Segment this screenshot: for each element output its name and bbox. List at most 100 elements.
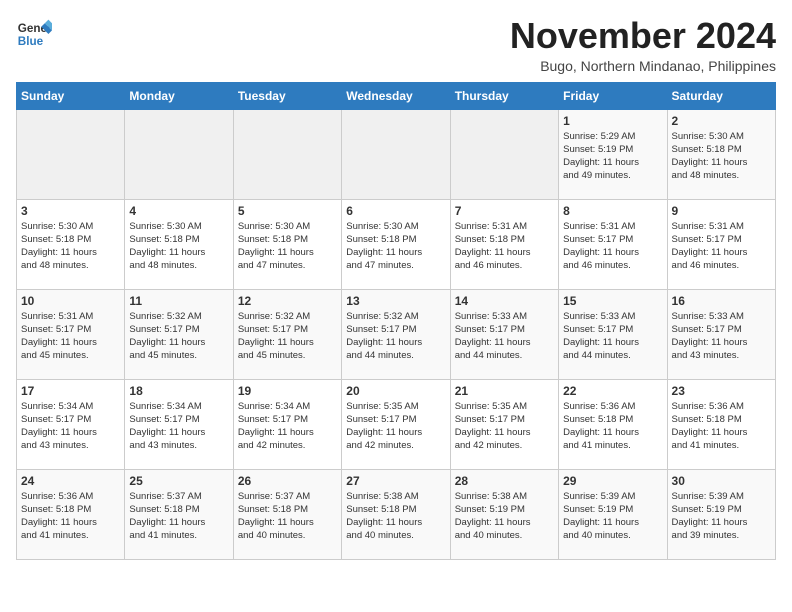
- calendar-header: SundayMondayTuesdayWednesdayThursdayFrid…: [17, 82, 776, 109]
- calendar-cell: 28Sunrise: 5:38 AM Sunset: 5:19 PM Dayli…: [450, 469, 558, 559]
- day-info: Sunrise: 5:30 AM Sunset: 5:18 PM Dayligh…: [129, 220, 228, 273]
- header-day-thursday: Thursday: [450, 82, 558, 109]
- calendar-cell: 29Sunrise: 5:39 AM Sunset: 5:19 PM Dayli…: [559, 469, 667, 559]
- week-row-3: 10Sunrise: 5:31 AM Sunset: 5:17 PM Dayli…: [17, 289, 776, 379]
- calendar-cell: 12 Sunrise: 5:32 AM Sunset: 5:17 PM Dayli…: [233, 289, 341, 379]
- calendar-cell: 19 Sunrise: 5:34 AM Sunset: 5:17 PM Dayli…: [233, 379, 341, 469]
- day-info: Sunrise: 5:33 AM Sunset: 5:17 PM Dayligh…: [672, 310, 771, 363]
- day-info: Sunrise: 5:31 AM Sunset: 5:17 PM Dayligh…: [563, 220, 662, 273]
- day-number: 26: [238, 474, 337, 488]
- calendar-cell: 22 Sunrise: 5:36 AM Sunset: 5:18 PM Dayli…: [559, 379, 667, 469]
- day-info: Sunrise: 5:33 AM Sunset: 5:17 PM Dayligh…: [563, 310, 662, 363]
- calendar-cell: 25 Sunrise: 5:37 AM Sunset: 5:18 PM Dayli…: [125, 469, 233, 559]
- day-number: 19: [238, 384, 337, 398]
- header-day-saturday: Saturday: [667, 82, 775, 109]
- calendar-cell: 8Sunrise: 5:31 AM Sunset: 5:17 PM Daylig…: [559, 199, 667, 289]
- day-info: Sunrise: 5:37 AM Sunset: 5:18 PM Dayligh…: [129, 490, 228, 543]
- day-number: 15: [563, 294, 662, 308]
- day-number: 13: [346, 294, 445, 308]
- calendar-cell: 15 Sunrise: 5:33 AM Sunset: 5:17 PM Dayli…: [559, 289, 667, 379]
- day-number: 3: [21, 204, 120, 218]
- calendar-cell: 24 Sunrise: 5:36 AM Sunset: 5:18 PM Dayli…: [17, 469, 125, 559]
- calendar-cell: 16 Sunrise: 5:33 AM Sunset: 5:17 PM Dayli…: [667, 289, 775, 379]
- calendar-cell: 10Sunrise: 5:31 AM Sunset: 5:17 PM Dayli…: [17, 289, 125, 379]
- day-info: Sunrise: 5:32 AM Sunset: 5:17 PM Dayligh…: [346, 310, 445, 363]
- day-number: 22: [563, 384, 662, 398]
- day-info: Sunrise: 5:30 AM Sunset: 5:18 PM Dayligh…: [672, 130, 771, 183]
- day-info: Sunrise: 5:37 AM Sunset: 5:18 PM Dayligh…: [238, 490, 337, 543]
- header-row: SundayMondayTuesdayWednesdayThursdayFrid…: [17, 82, 776, 109]
- header-day-wednesday: Wednesday: [342, 82, 450, 109]
- logo: General Blue: [16, 16, 52, 52]
- title-block: November 2024 Bugo, Northern Mindanao, P…: [510, 16, 776, 74]
- calendar-cell: 27Sunrise: 5:38 AM Sunset: 5:18 PM Dayli…: [342, 469, 450, 559]
- day-number: 17: [21, 384, 120, 398]
- day-number: 10: [21, 294, 120, 308]
- day-number: 21: [455, 384, 554, 398]
- calendar-cell: 13 Sunrise: 5:32 AM Sunset: 5:17 PM Dayli…: [342, 289, 450, 379]
- day-info: Sunrise: 5:32 AM Sunset: 5:17 PM Dayligh…: [129, 310, 228, 363]
- week-row-5: 24 Sunrise: 5:36 AM Sunset: 5:18 PM Dayli…: [17, 469, 776, 559]
- calendar-cell: [233, 109, 341, 199]
- day-info: Sunrise: 5:30 AM Sunset: 5:18 PM Dayligh…: [238, 220, 337, 273]
- day-info: Sunrise: 5:36 AM Sunset: 5:18 PM Dayligh…: [563, 400, 662, 453]
- day-info: Sunrise: 5:38 AM Sunset: 5:18 PM Dayligh…: [346, 490, 445, 543]
- day-number: 24: [21, 474, 120, 488]
- day-info: Sunrise: 5:36 AM Sunset: 5:18 PM Dayligh…: [21, 490, 120, 543]
- day-number: 25: [129, 474, 228, 488]
- day-info: Sunrise: 5:38 AM Sunset: 5:19 PM Dayligh…: [455, 490, 554, 543]
- day-number: 29: [563, 474, 662, 488]
- day-number: 2: [672, 114, 771, 128]
- calendar-cell: 6Sunrise: 5:30 AM Sunset: 5:18 PM Daylig…: [342, 199, 450, 289]
- day-number: 16: [672, 294, 771, 308]
- day-info: Sunrise: 5:36 AM Sunset: 5:18 PM Dayligh…: [672, 400, 771, 453]
- calendar-cell: 26 Sunrise: 5:37 AM Sunset: 5:18 PM Dayli…: [233, 469, 341, 559]
- calendar-cell: 9Sunrise: 5:31 AM Sunset: 5:17 PM Daylig…: [667, 199, 775, 289]
- header-day-tuesday: Tuesday: [233, 82, 341, 109]
- day-number: 7: [455, 204, 554, 218]
- calendar-cell: 4Sunrise: 5:30 AM Sunset: 5:18 PM Daylig…: [125, 199, 233, 289]
- day-number: 18: [129, 384, 228, 398]
- calendar-cell: 3 Sunrise: 5:30 AM Sunset: 5:18 PM Daylig…: [17, 199, 125, 289]
- week-row-1: 1Sunrise: 5:29 AM Sunset: 5:19 PM Daylig…: [17, 109, 776, 199]
- logo-icon: General Blue: [16, 16, 52, 52]
- svg-text:Blue: Blue: [18, 35, 44, 48]
- day-info: Sunrise: 5:30 AM Sunset: 5:18 PM Dayligh…: [21, 220, 120, 273]
- calendar-cell: 7 Sunrise: 5:31 AM Sunset: 5:18 PM Daylig…: [450, 199, 558, 289]
- calendar-cell: 11 Sunrise: 5:32 AM Sunset: 5:17 PM Dayli…: [125, 289, 233, 379]
- day-number: 11: [129, 294, 228, 308]
- calendar-table: SundayMondayTuesdayWednesdayThursdayFrid…: [16, 82, 776, 560]
- calendar-cell: 1Sunrise: 5:29 AM Sunset: 5:19 PM Daylig…: [559, 109, 667, 199]
- day-info: Sunrise: 5:33 AM Sunset: 5:17 PM Dayligh…: [455, 310, 554, 363]
- day-info: Sunrise: 5:32 AM Sunset: 5:17 PM Dayligh…: [238, 310, 337, 363]
- day-info: Sunrise: 5:39 AM Sunset: 5:19 PM Dayligh…: [672, 490, 771, 543]
- day-info: Sunrise: 5:31 AM Sunset: 5:17 PM Dayligh…: [672, 220, 771, 273]
- header-day-monday: Monday: [125, 82, 233, 109]
- header-day-friday: Friday: [559, 82, 667, 109]
- page-header: General Blue November 2024 Bugo, Norther…: [16, 16, 776, 74]
- calendar-cell: 30 Sunrise: 5:39 AM Sunset: 5:19 PM Dayli…: [667, 469, 775, 559]
- day-info: Sunrise: 5:35 AM Sunset: 5:17 PM Dayligh…: [346, 400, 445, 453]
- day-number: 30: [672, 474, 771, 488]
- day-info: Sunrise: 5:31 AM Sunset: 5:18 PM Dayligh…: [455, 220, 554, 273]
- day-number: 12: [238, 294, 337, 308]
- day-info: Sunrise: 5:34 AM Sunset: 5:17 PM Dayligh…: [238, 400, 337, 453]
- calendar-body: 1Sunrise: 5:29 AM Sunset: 5:19 PM Daylig…: [17, 109, 776, 559]
- calendar-cell: 5Sunrise: 5:30 AM Sunset: 5:18 PM Daylig…: [233, 199, 341, 289]
- day-number: 20: [346, 384, 445, 398]
- day-number: 14: [455, 294, 554, 308]
- calendar-cell: 2 Sunrise: 5:30 AM Sunset: 5:18 PM Daylig…: [667, 109, 775, 199]
- calendar-cell: 21Sunrise: 5:35 AM Sunset: 5:17 PM Dayli…: [450, 379, 558, 469]
- location: Bugo, Northern Mindanao, Philippines: [510, 58, 776, 74]
- week-row-4: 17 Sunrise: 5:34 AM Sunset: 5:17 PM Dayli…: [17, 379, 776, 469]
- day-number: 1: [563, 114, 662, 128]
- day-info: Sunrise: 5:34 AM Sunset: 5:17 PM Dayligh…: [21, 400, 120, 453]
- month-title: November 2024: [510, 16, 776, 56]
- calendar-cell: 18 Sunrise: 5:34 AM Sunset: 5:17 PM Dayli…: [125, 379, 233, 469]
- calendar-cell: [125, 109, 233, 199]
- calendar-cell: 17 Sunrise: 5:34 AM Sunset: 5:17 PM Dayli…: [17, 379, 125, 469]
- calendar-cell: [342, 109, 450, 199]
- day-info: Sunrise: 5:34 AM Sunset: 5:17 PM Dayligh…: [129, 400, 228, 453]
- calendar-cell: 14 Sunrise: 5:33 AM Sunset: 5:17 PM Dayli…: [450, 289, 558, 379]
- day-number: 6: [346, 204, 445, 218]
